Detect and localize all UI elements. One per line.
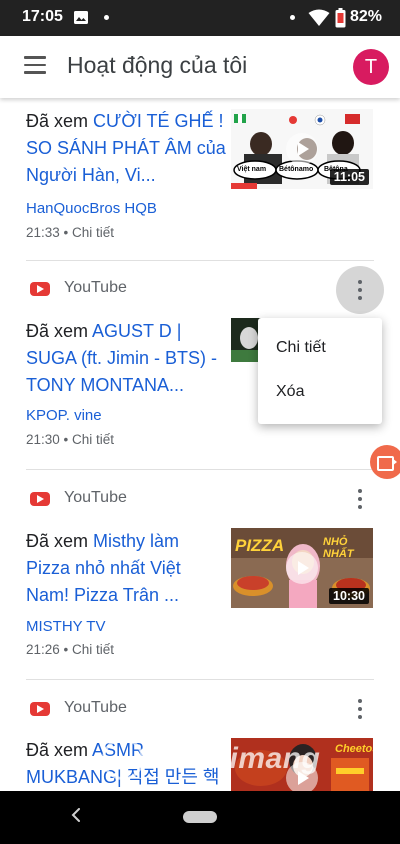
activity-feed[interactable]: Đã xem CƯỜI TÉ GHẾ ! SO SÁNH PHÁT ÂM của…: [0, 98, 400, 791]
image-icon: [74, 11, 88, 24]
menu-icon[interactable]: [24, 56, 46, 76]
channel-link[interactable]: MISTHY TV: [26, 618, 105, 635]
home-icon[interactable]: [183, 811, 217, 823]
details-link[interactable]: Chi tiết: [72, 225, 114, 240]
thumbnail-image: [231, 318, 261, 362]
activity-card: YouTube Đã xem Misthy làm Pizza nhỏ nhất…: [0, 470, 400, 679]
activity-time: 21:33: [26, 225, 60, 240]
activity-meta: 21:30 • Chi tiết: [26, 432, 115, 447]
wifi-icon: [308, 9, 330, 26]
activity-meta: 21:33 • Chi tiết: [26, 225, 115, 240]
details-link[interactable]: Chi tiết: [72, 432, 114, 447]
status-time: 17:05: [22, 8, 63, 25]
more-vert-icon[interactable]: [336, 266, 384, 314]
menu-item-details[interactable]: Chi tiết: [276, 339, 326, 357]
activity-title[interactable]: Đã xem AGUST D | SUGA (ft. Jimin - BTS) …: [26, 318, 226, 399]
source-name: YouTube: [64, 489, 127, 506]
source-name: YouTube: [64, 279, 127, 296]
page-title: Hoạt động của tôi: [67, 52, 248, 78]
activity-meta: 21:26 • Chi tiết: [26, 642, 115, 657]
activity-time: 21:26: [26, 642, 60, 657]
video-thumbnail[interactable]: PIZZA NHỎ NHẤT 10:30: [231, 528, 373, 608]
activity-title[interactable]: Đã xem CƯỜI TÉ GHẾ ! SO SÁNH PHÁT ÂM của…: [26, 108, 226, 189]
source-name: YouTube: [64, 699, 127, 716]
video-duration: 11:05: [329, 169, 369, 185]
battery-icon: [335, 8, 346, 28]
watermark: uantrimang: [152, 742, 321, 775]
system-nav-bar: [0, 791, 400, 844]
screen-record-icon[interactable]: [370, 445, 400, 479]
more-vert-icon[interactable]: [346, 485, 374, 513]
video-thumbnail[interactable]: Việt nam Bétônamo Bêtôna 11:05: [231, 109, 373, 189]
thumbnail-label: Bétônamo: [279, 166, 314, 173]
channel-link[interactable]: KPOP. vine: [26, 407, 102, 424]
avatar[interactable]: T: [353, 49, 389, 85]
play-icon: [286, 552, 318, 584]
play-icon: [286, 133, 318, 165]
thumbnail-text: NHỎ NHẤT: [323, 536, 354, 560]
watermark-logo: [102, 738, 144, 780]
video-duration: 10:30: [329, 588, 369, 604]
more-vert-icon[interactable]: [346, 695, 374, 723]
overflow-menu: Chi tiết Xóa: [258, 318, 382, 424]
youtube-icon: [30, 492, 50, 506]
status-bar: 17:05 82%: [0, 0, 400, 36]
battery-percent: 82%: [350, 8, 383, 25]
youtube-icon: [30, 702, 50, 716]
notification-dot-icon: [104, 15, 109, 20]
thumbnail-label: Việt nam: [237, 166, 267, 173]
activity-card: Đã xem CƯỜI TÉ GHẾ ! SO SÁNH PHÁT ÂM của…: [0, 98, 400, 260]
notification-dot-icon: [290, 15, 295, 20]
activity-title[interactable]: Đã xem Misthy làm Pizza nhỏ nhất Việt Na…: [26, 528, 226, 609]
activity-time: 21:30: [26, 432, 60, 447]
details-link[interactable]: Chi tiết: [72, 642, 114, 657]
youtube-icon: [30, 282, 50, 296]
back-icon[interactable]: [70, 808, 82, 822]
menu-item-delete[interactable]: Xóa: [276, 383, 304, 401]
app-bar: Hoạt động của tôi T: [0, 36, 400, 98]
video-thumbnail[interactable]: [231, 318, 261, 362]
thumbnail-text: Cheetos: [335, 743, 373, 755]
thumbnail-text: PIZZA: [235, 536, 285, 555]
channel-link[interactable]: HanQuocBros HQB: [26, 200, 157, 217]
